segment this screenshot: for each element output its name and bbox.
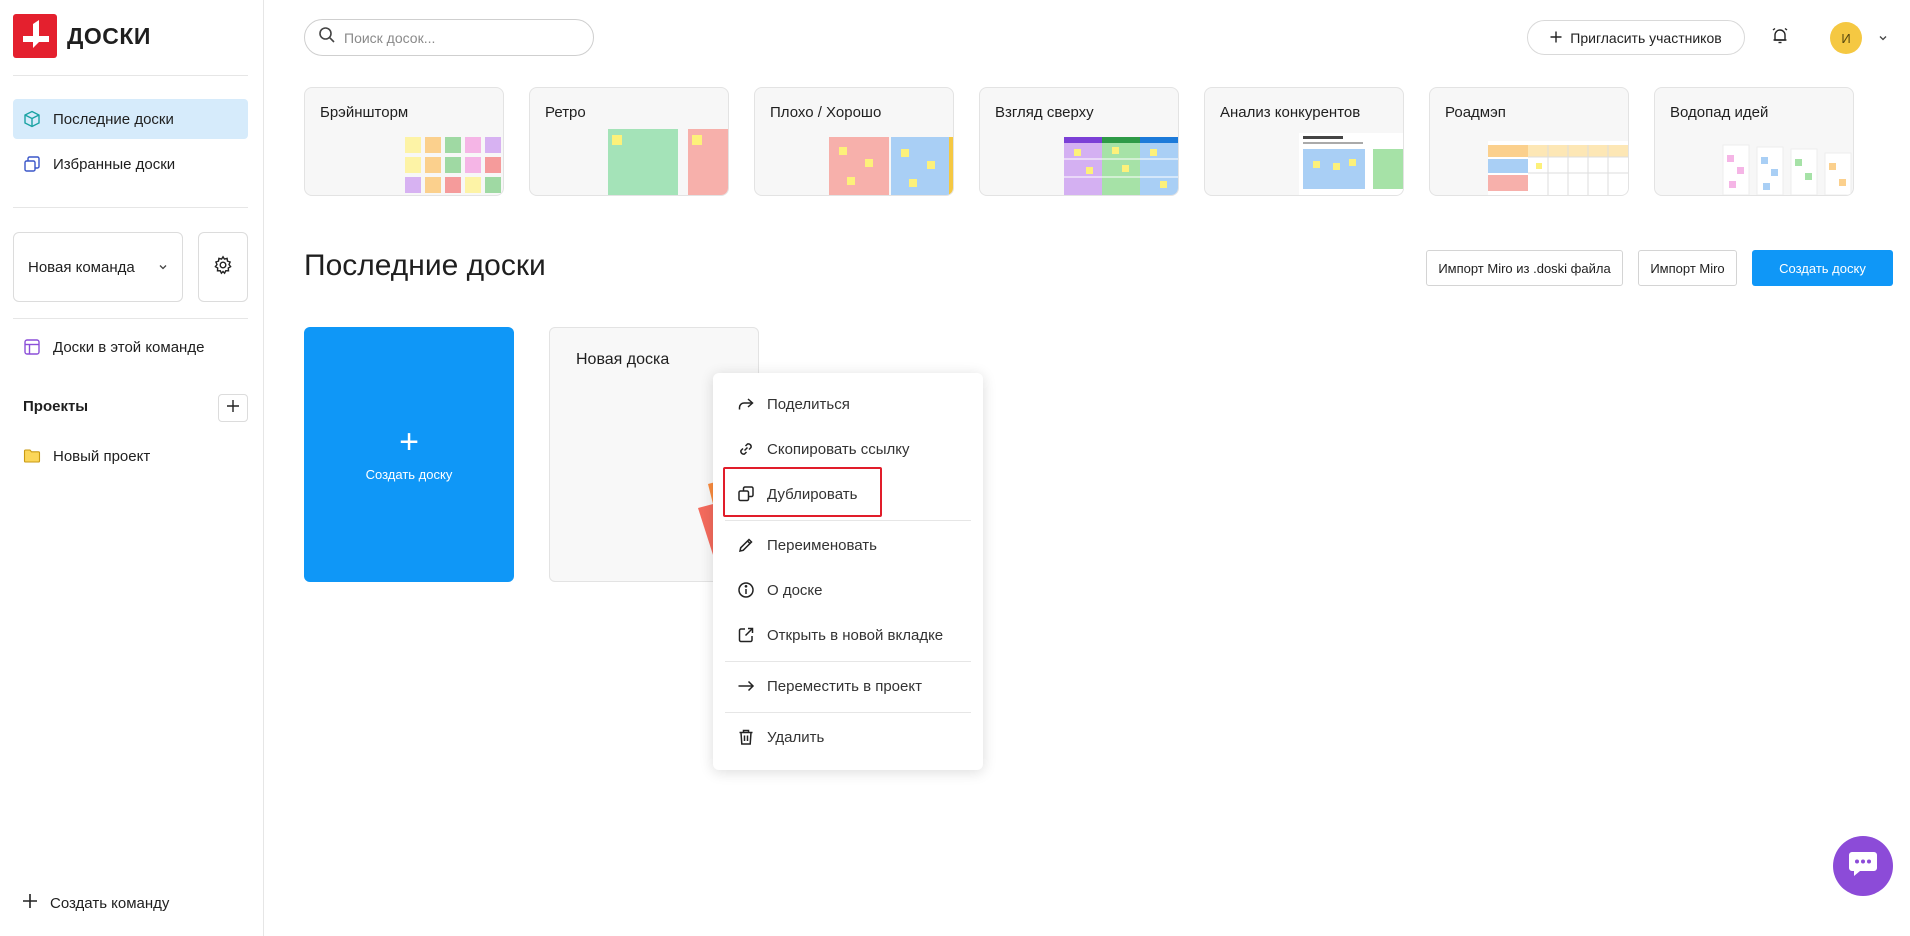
template-card-roadmap[interactable]: Роадмэп xyxy=(1429,87,1629,196)
sidebar-item-label: Доски в этой команде xyxy=(53,338,205,356)
search-box[interactable] xyxy=(304,19,594,56)
board-context-menu: Поделиться Скопировать ссылку Дублироват… xyxy=(713,373,983,770)
notifications-button[interactable] xyxy=(1768,26,1792,50)
create-team-button[interactable]: Создать команду xyxy=(22,893,169,913)
pencil-icon xyxy=(737,536,755,554)
import-miro-button[interactable]: Импорт Miro xyxy=(1638,250,1737,286)
share-icon xyxy=(737,395,755,413)
gear-icon xyxy=(213,254,233,280)
board-grid-icon xyxy=(23,338,41,356)
template-thumbnail xyxy=(1488,141,1628,195)
avatar[interactable]: И xyxy=(1830,22,1862,54)
menu-item-label: Переместить в проект xyxy=(767,677,922,695)
menu-item-label: Скопировать ссылку xyxy=(767,440,910,458)
template-name: Плохо / Хорошо xyxy=(770,104,882,121)
board-title: Новая доска xyxy=(576,351,670,368)
sidebar-divider xyxy=(13,318,248,319)
logo-text: ДОСКИ xyxy=(67,22,151,49)
team-name: Новая команда xyxy=(28,258,135,276)
chevron-down-icon[interactable] xyxy=(1878,30,1888,48)
team-select[interactable]: Новая команда xyxy=(13,232,183,302)
copy-stack-icon xyxy=(23,155,41,173)
info-icon xyxy=(737,581,755,599)
sidebar-item-favorite-boards[interactable]: Избранные доски xyxy=(13,144,248,184)
sidebar-item-label: Последние доски xyxy=(53,110,174,128)
cube-icon xyxy=(23,110,41,128)
menu-item-label: Открыть в новой вкладке xyxy=(767,626,944,644)
template-thumbnail xyxy=(1299,133,1403,195)
plus-icon xyxy=(226,399,240,418)
template-card-brainstorm[interactable]: Брэйншторм xyxy=(304,87,504,196)
sidebar-item-team-boards[interactable]: Доски в этой команде xyxy=(13,327,248,367)
template-name: Ретро xyxy=(545,104,586,121)
sidebar-divider xyxy=(13,207,248,208)
template-card-competitor-analysis[interactable]: Анализ конкурентов xyxy=(1204,87,1404,196)
page-title: Последние доски xyxy=(304,249,546,282)
plus-icon: + xyxy=(399,423,419,461)
template-card-retro[interactable]: Ретро xyxy=(529,87,729,196)
sidebar-item-project[interactable]: Новый проект xyxy=(13,436,248,476)
invite-label: Пригласить участников xyxy=(1570,29,1722,46)
template-name: Роадмэп xyxy=(1445,104,1506,121)
invite-members-button[interactable]: Пригласить участников xyxy=(1527,20,1745,55)
menu-item-rename[interactable]: Переименовать xyxy=(737,533,877,557)
chat-button[interactable] xyxy=(1833,836,1893,896)
menu-item-delete[interactable]: Удалить xyxy=(737,725,824,749)
chat-bubble-icon xyxy=(1848,850,1878,883)
sidebar-divider xyxy=(13,75,248,76)
menu-item-label: Переименовать xyxy=(767,536,877,554)
alarm-bell-icon xyxy=(1770,26,1790,51)
sidebar-item-label: Избранные доски xyxy=(53,155,176,173)
template-name: Брэйншторм xyxy=(320,104,409,121)
logo[interactable]: ДОСКИ xyxy=(13,14,151,58)
duplicate-highlight-box xyxy=(723,467,882,517)
menu-item-label: Удалить xyxy=(767,728,825,746)
chevron-down-icon xyxy=(158,259,168,276)
sidebar-item-recent-boards[interactable]: Последние доски xyxy=(13,99,248,139)
plus-icon xyxy=(22,893,38,913)
sidebar-item-label: Новый проект xyxy=(53,447,151,465)
menu-divider xyxy=(725,661,971,662)
template-card-top-view[interactable]: Взгляд сверху xyxy=(979,87,1179,196)
external-link-icon xyxy=(737,626,755,644)
create-team-label: Создать команду xyxy=(50,894,170,912)
template-thumbnail xyxy=(1064,137,1178,195)
menu-item-label: Поделиться xyxy=(767,395,850,413)
menu-item-open-new-tab[interactable]: Открыть в новой вкладке xyxy=(737,623,943,647)
folder-icon xyxy=(23,447,41,465)
template-name: Взгляд сверху xyxy=(995,104,1094,121)
menu-divider xyxy=(725,712,971,713)
search-input[interactable] xyxy=(344,29,574,46)
add-project-button[interactable] xyxy=(218,394,248,422)
menu-item-copy-link[interactable]: Скопировать ссылку xyxy=(737,437,910,461)
template-card-idea-waterfall[interactable]: Водопад идей xyxy=(1654,87,1854,196)
projects-title: Проекты xyxy=(23,398,89,415)
plus-icon xyxy=(1550,30,1562,46)
create-board-button[interactable]: Создать доску xyxy=(1752,250,1893,286)
import-miro-doski-button[interactable]: Импорт Miro из .doski файла xyxy=(1426,250,1623,286)
template-thumbnail xyxy=(608,129,728,195)
create-board-card[interactable]: + Создать доску xyxy=(304,327,514,582)
sidebar: ДОСКИ Последние доски Избранные доски Но… xyxy=(0,0,264,936)
template-card-bad-good[interactable]: Плохо / Хорошо xyxy=(754,87,954,196)
logo-mark-icon xyxy=(13,14,57,58)
menu-item-move-to-project[interactable]: Переместить в проект xyxy=(737,674,922,698)
template-thumbnail xyxy=(405,137,501,193)
template-name: Анализ конкурентов xyxy=(1220,104,1361,121)
trash-icon xyxy=(737,728,755,746)
menu-item-share[interactable]: Поделиться xyxy=(737,392,850,416)
menu-item-label: О доске xyxy=(767,581,823,599)
arrow-right-icon xyxy=(737,677,755,695)
create-board-card-label: Создать доску xyxy=(365,467,453,482)
link-icon xyxy=(737,440,755,458)
team-settings-button[interactable] xyxy=(198,232,248,302)
menu-item-about-board[interactable]: О доске xyxy=(737,578,823,602)
app-root: ДОСКИ Последние доски Избранные доски Но… xyxy=(0,0,1910,936)
search-icon xyxy=(318,26,336,49)
template-thumbnail xyxy=(829,137,953,195)
menu-divider xyxy=(725,520,971,521)
template-name: Водопад идей xyxy=(1670,104,1769,121)
template-thumbnail xyxy=(1722,144,1852,195)
